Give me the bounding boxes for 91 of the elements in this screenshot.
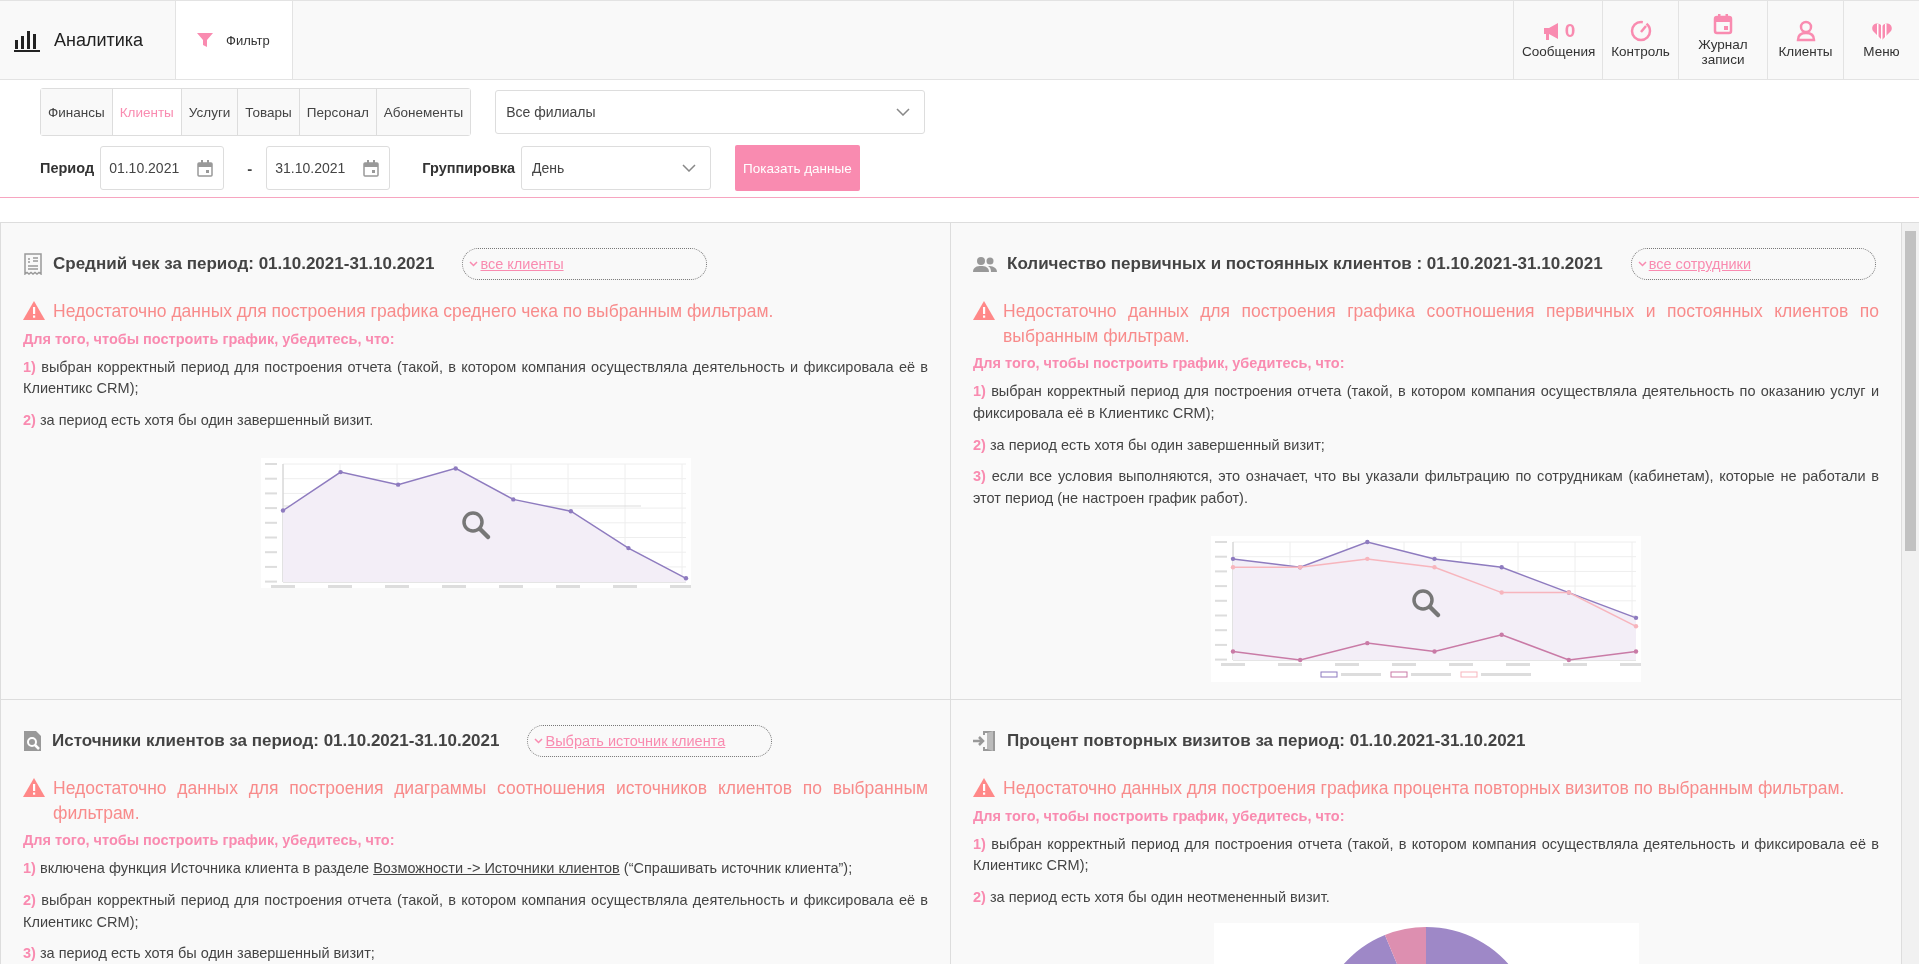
- requirement-item: 1) выбран корректный период для построения отчета (такой, в котором компания осуществляла деятельность и фиксировала её в Клиентикс CRM);: [23, 357, 928, 399]
- nav-button[interactable]: Журнал записи: [1678, 1, 1767, 79]
- chart-point: [1499, 590, 1504, 595]
- speedometer-icon: [1629, 20, 1652, 43]
- chevron-down-icon: [896, 108, 911, 116]
- chart-point: [683, 575, 688, 581]
- chart-point: [1499, 564, 1504, 570]
- warning-icon: [23, 301, 45, 320]
- settings-link[interactable]: Возможности -> Источники клиентов: [373, 860, 620, 876]
- chart-point: [1566, 657, 1572, 662]
- warning-message: Недостаточно данных для построения диаграммы соотношения источников клиентов по выбранным фильтрам.: [53, 777, 928, 825]
- grouping-label: Группировка: [422, 160, 516, 176]
- report-title: Количество первичных и постоянных клиентов : 01.10.2021-31.10.2021: [1007, 254, 1603, 274]
- magnifier-icon: [1412, 589, 1441, 617]
- chevron-down-icon: [1637, 261, 1647, 267]
- report-tab[interactable]: Финансы: [41, 89, 112, 135]
- chart-point: [1230, 649, 1236, 654]
- warning-icon: [973, 778, 995, 797]
- bar-chart-icon: [14, 28, 40, 52]
- chart-point: [625, 545, 631, 551]
- message-count: 0: [1564, 20, 1576, 43]
- grouping-select[interactable]: День: [521, 146, 712, 190]
- door-arrow-icon: [973, 730, 997, 752]
- chart-point: [568, 508, 573, 514]
- chart-point: [1432, 649, 1437, 654]
- warning-message: Недостаточно данных для построения графика соотношения первичных и постоянных клиентов по выбранным фильтрам.: [1003, 300, 1879, 348]
- chart-point: [1432, 564, 1437, 570]
- chart-point: [1499, 632, 1504, 637]
- hint-text: Для того, чтобы построить график, убедитесь, что:: [23, 330, 396, 347]
- requirement-item: 1) выбран корректный период для построения отчета (такой, в котором компания осуществляла деятельность и фиксировала её в Клиентикс CRM);: [973, 834, 1879, 876]
- report-title: Процент повторных визитов за период: 01.10.2021-31.10.2021: [1007, 731, 1526, 751]
- app-title: Аналитика: [54, 29, 144, 51]
- warning-icon: [973, 301, 995, 320]
- person-icon: [1794, 20, 1817, 43]
- chevron-down-icon: [682, 164, 697, 172]
- requirement-item: 2) за период есть хотя бы один неотмененный визит.: [973, 888, 1331, 907]
- chart-point: [1230, 556, 1236, 561]
- requirement-item: 1) выбран корректный период для построения отчета (такой, в котором компания осуществляла деятельность по оказанию услуг и фиксировала её в Клиентикс CRM);: [973, 382, 1879, 423]
- chart-point: [1365, 556, 1370, 561]
- magnifier-icon: [461, 511, 490, 539]
- chart-point: [1365, 640, 1370, 646]
- date-separator: -: [247, 159, 253, 177]
- requirement-item: 2) выбран корректный период для построения отчета (такой, в котором компания осуществляла деятельность и фиксировала её в Клиентикс CRM);: [23, 890, 928, 932]
- chart-point: [510, 496, 515, 502]
- chevron-down-icon: [534, 738, 544, 744]
- calendar-icon: [1712, 13, 1734, 36]
- chart-point: [453, 466, 458, 471]
- chart-point: [1432, 556, 1437, 561]
- calendar-icon: [363, 159, 380, 177]
- calendar-icon: [197, 159, 214, 177]
- scrollbar[interactable]: [1902, 223, 1919, 964]
- warning-icon: [23, 778, 45, 797]
- chart-point: [280, 508, 285, 513]
- report-tab[interactable]: Услуги: [180, 89, 238, 135]
- hint-text: Для того, чтобы построить график, убедитесь, что:: [973, 355, 1346, 371]
- hint-text: Для того, чтобы построить график, убедитесь, что:: [973, 807, 1346, 824]
- people-icon: [973, 255, 997, 273]
- date-field[interactable]: 01.10.2021: [100, 146, 225, 190]
- period-label: Период: [40, 160, 95, 176]
- funnel-icon: [196, 31, 214, 49]
- hint-text: Для того, чтобы построить график, убедитесь, что:: [23, 832, 396, 848]
- warning-message: Недостаточно данных для построения графика среднего чека по выбранным фильтрам.: [53, 300, 775, 323]
- chart-point: [1633, 649, 1639, 654]
- chart-point: [1365, 539, 1370, 544]
- requirement-item: 2) за период есть хотя бы один завершенный визит;: [973, 435, 1326, 455]
- requirement-item: 3) за период есть хотя бы один завершенный визит;: [23, 944, 376, 964]
- nav-button[interactable]: Меню: [1843, 1, 1919, 79]
- report-tab[interactable]: Товары: [237, 89, 299, 135]
- requirement-item: 2) за период есть хотя бы один завершенный визит.: [23, 411, 375, 430]
- nav-button[interactable]: Контроль: [1602, 1, 1678, 79]
- chart-point: [1633, 615, 1639, 620]
- chart-point: [395, 482, 400, 487]
- filter-tab[interactable]: Фильтр: [175, 1, 293, 79]
- report-title: Средний чек за период: 01.10.2021-31.10.2021: [53, 254, 435, 274]
- chart-point: [1633, 623, 1639, 629]
- date-field[interactable]: 31.10.2021: [266, 146, 391, 190]
- document-search-icon: [23, 730, 42, 752]
- branch-select[interactable]: Все филиалы: [495, 90, 926, 134]
- chart-point: [1297, 657, 1303, 662]
- chart-point: [1230, 564, 1236, 570]
- warning-message: Недостаточно данных для построения графика процента повторных визитов по выбранным фильтрам.: [1003, 777, 1846, 800]
- chart-point: [337, 469, 343, 475]
- nav-button[interactable]: 0 Сообщения: [1513, 1, 1602, 79]
- report-title: Источники клиентов за период: 01.10.2021-31.10.2021: [52, 731, 500, 751]
- report-tab[interactable]: Абонементы: [375, 89, 471, 135]
- receipt-icon: [23, 253, 43, 275]
- report-tab[interactable]: Персонал: [298, 89, 376, 135]
- chevron-down-icon: [469, 261, 479, 267]
- requirement-item: 1) включена функция Источника клиента в разделе Возможности -> Источники клиентов (“Спрашивать источник клиента”);: [23, 859, 854, 878]
- requirement-item: 3) если все условия выполняются, это означает, что вы указали фильтрацию по сотрудникам (кабинетам), которые не работали в этот период (не настроен график работ).: [973, 467, 1879, 508]
- nav-button[interactable]: Клиенты: [1767, 1, 1843, 79]
